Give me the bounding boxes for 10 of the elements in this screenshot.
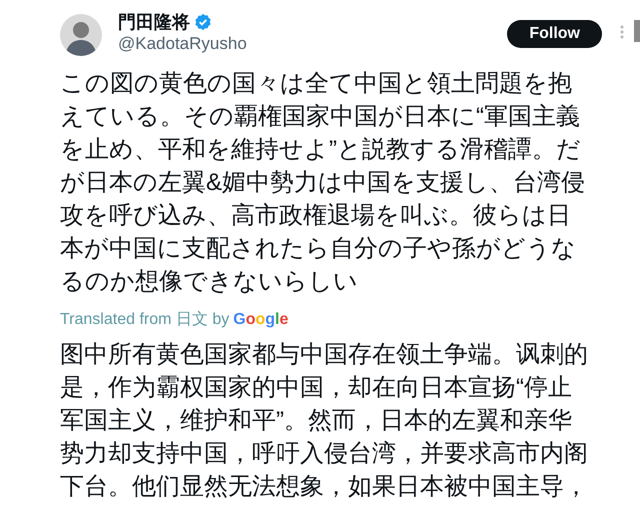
scrollbar[interactable]	[634, 20, 640, 42]
avatar[interactable]	[60, 14, 102, 56]
follow-button[interactable]: Follow	[507, 20, 602, 48]
google-logo[interactable]: Google	[233, 308, 288, 332]
author-name[interactable]: 門田隆将	[118, 11, 190, 33]
more-icon[interactable]	[620, 25, 624, 39]
post-text: この図の黄色の国々は全て中国と領土問題を抱えている。その覇権国家中国が日本に“軍国主義を止め、平和を維持せよ”と説教する滑稽譚。だが日本の左翼&媚中勢力は中国を支援し、台湾侵攻を呼び込み、高市政権退場を叫ぶ。彼らは日本が中国に支配されたら自分の子や孫がどうなるのか想像できないらしい	[60, 69, 586, 297]
translated-text: 图中所有黄色国家都与中国存在领土争端。讽刺的是，作为霸权国家的中国，却在向日本宣扬“停止军国主义，维护和平”。然而，日本的左翼和亲华势力却支持中国，呼吁入侵台湾，并要求高市内阁下台。他们显然无法想象，如果日本被中国主导，	[60, 340, 589, 502]
translated-from-label: Translated from 日文 by	[60, 310, 230, 330]
author-handle[interactable]: @KadotaRyusho	[118, 33, 247, 55]
